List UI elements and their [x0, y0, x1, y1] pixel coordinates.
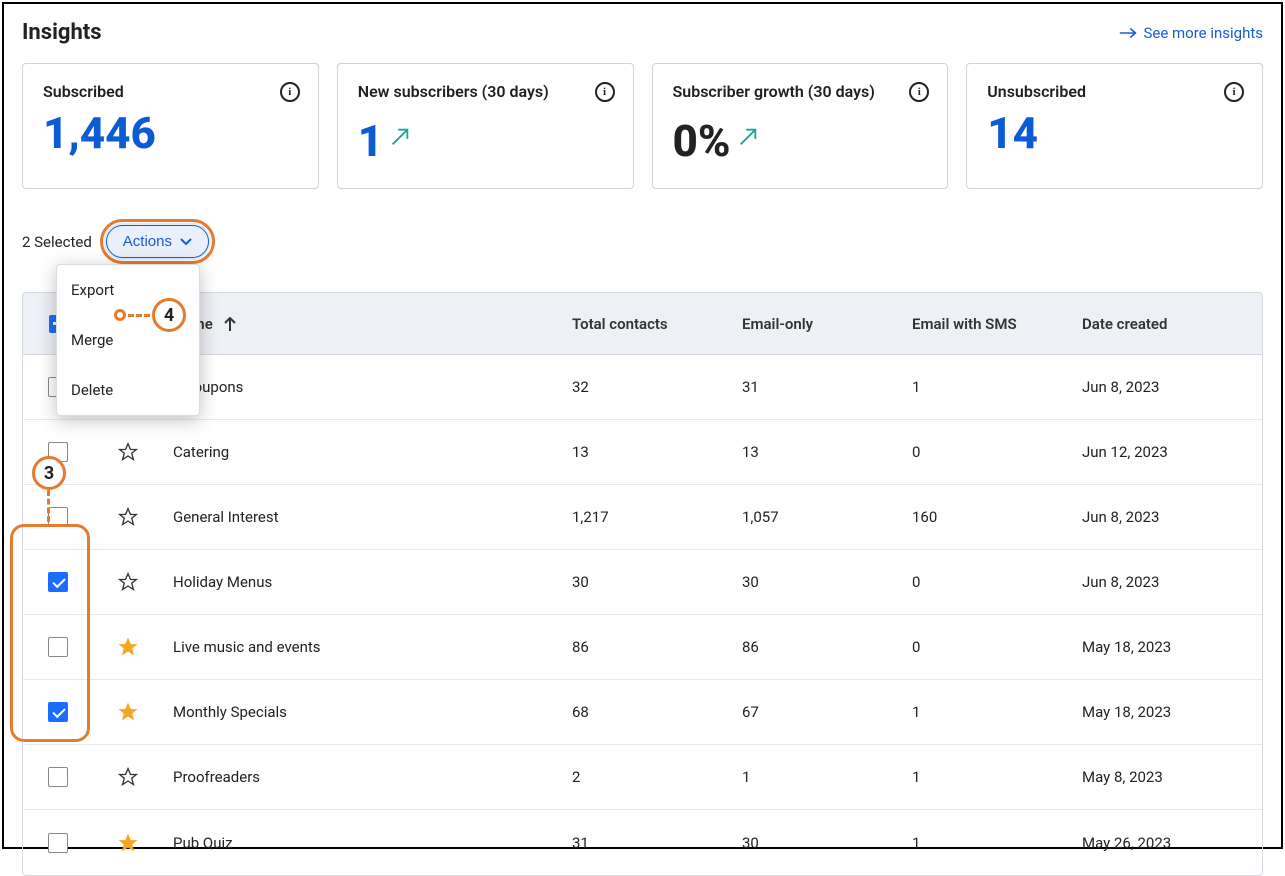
dropdown-delete[interactable]: Delete — [57, 365, 199, 415]
chevron-down-icon — [180, 238, 192, 246]
row-date: May 18, 2023 — [1082, 638, 1262, 656]
table-row[interactable]: Live music and events86860May 18, 2023 — [23, 615, 1262, 680]
row-email-only: 1,057 — [742, 508, 912, 526]
row-name: Live music and events — [163, 638, 572, 656]
row-email-sms: 0 — [912, 443, 1082, 461]
row-name: Proofreaders — [163, 768, 572, 786]
row-date: Jun 8, 2023 — [1082, 573, 1262, 591]
insight-card[interactable]: New subscribers (30 days)i 1 — [337, 63, 634, 189]
row-total: 30 — [572, 573, 742, 591]
card-label: Subscribed — [43, 82, 298, 101]
table-row[interactable]: y Coupons32311Jun 8, 2023 — [23, 355, 1262, 420]
see-more-link[interactable]: See more insights — [1119, 24, 1263, 42]
row-email-sms: 1 — [912, 834, 1082, 852]
row-checkbox[interactable] — [48, 507, 68, 527]
col-email-sms[interactable]: Email with SMS — [912, 315, 1082, 333]
star-outline-icon[interactable] — [118, 507, 138, 527]
actions-label: Actions — [123, 233, 172, 250]
row-email-sms: 0 — [912, 573, 1082, 591]
row-email-sms: 1 — [912, 378, 1082, 396]
row-name: Monthly Specials — [163, 703, 572, 721]
row-name: Holiday Menus — [163, 573, 572, 591]
row-email-only: 1 — [742, 768, 912, 786]
star-outline-icon[interactable] — [118, 442, 138, 462]
card-label: Unsubscribed — [987, 82, 1242, 101]
dropdown-merge[interactable]: Merge — [57, 315, 199, 365]
row-checkbox[interactable] — [48, 442, 68, 462]
col-email-only[interactable]: Email-only — [742, 315, 912, 333]
card-value: 1 — [358, 111, 613, 163]
info-icon[interactable]: i — [1224, 82, 1244, 102]
row-email-only: 31 — [742, 378, 912, 396]
row-checkbox[interactable] — [48, 572, 68, 592]
row-total: 86 — [572, 638, 742, 656]
row-total: 31 — [572, 834, 742, 852]
row-checkbox[interactable] — [48, 833, 68, 853]
col-total[interactable]: Total contacts — [572, 315, 742, 333]
row-email-only: 86 — [742, 638, 912, 656]
row-date: Jun 8, 2023 — [1082, 378, 1262, 396]
row-name: Pub Quiz — [163, 834, 572, 852]
row-email-sms: 0 — [912, 638, 1082, 656]
insight-card[interactable]: Unsubscribedi 14 — [966, 63, 1263, 189]
insight-card[interactable]: Subscribedi 1,446 — [22, 63, 319, 189]
arrow-right-icon — [1119, 26, 1137, 40]
page-title: Insights — [22, 20, 102, 45]
card-label: Subscriber growth (30 days) — [673, 82, 928, 101]
table-header: Name Total contacts Email-only Email wit… — [23, 293, 1262, 355]
card-label: New subscribers (30 days) — [358, 82, 613, 101]
row-total: 13 — [572, 443, 742, 461]
row-date: Jun 12, 2023 — [1082, 443, 1262, 461]
row-date: May 26, 2023 — [1082, 834, 1262, 852]
sort-asc-icon[interactable] — [223, 316, 237, 332]
row-checkbox[interactable] — [48, 767, 68, 787]
row-total: 2 — [572, 768, 742, 786]
row-total: 32 — [572, 378, 742, 396]
row-email-sms: 1 — [912, 768, 1082, 786]
trend-up-icon — [389, 111, 411, 155]
row-date: May 18, 2023 — [1082, 703, 1262, 721]
row-name: Catering — [163, 443, 572, 461]
row-email-only: 67 — [742, 703, 912, 721]
row-checkbox[interactable] — [48, 637, 68, 657]
table-row[interactable]: General Interest1,2171,057160Jun 8, 2023 — [23, 485, 1262, 550]
table-row[interactable]: Proofreaders211May 8, 2023 — [23, 745, 1262, 810]
info-icon[interactable]: i — [280, 82, 300, 102]
row-name: y Coupons — [163, 378, 572, 396]
row-email-only: 30 — [742, 834, 912, 852]
row-total: 68 — [572, 703, 742, 721]
row-email-only: 30 — [742, 573, 912, 591]
table-row[interactable]: Monthly Specials68671May 18, 2023 — [23, 680, 1262, 745]
lists-table: Name Total contacts Email-only Email wit… — [22, 292, 1263, 876]
insight-card[interactable]: Subscriber growth (30 days)i0% — [652, 63, 949, 189]
star-outline-icon[interactable] — [118, 767, 138, 787]
table-row[interactable]: Catering13130Jun 12, 2023 — [23, 420, 1262, 485]
see-more-label: See more insights — [1143, 24, 1263, 42]
star-filled-icon[interactable] — [118, 702, 138, 722]
table-row[interactable]: Pub Quiz31301May 26, 2023 — [23, 810, 1262, 875]
trend-up-icon — [737, 111, 759, 155]
row-email-sms: 1 — [912, 703, 1082, 721]
row-name: General Interest — [163, 508, 572, 526]
row-total: 1,217 — [572, 508, 742, 526]
col-date[interactable]: Date created — [1082, 315, 1262, 333]
card-value: 1,446 — [43, 111, 298, 155]
row-date: May 8, 2023 — [1082, 768, 1262, 786]
actions-button[interactable]: Actions — [106, 225, 209, 258]
card-value: 14 — [987, 111, 1242, 155]
dropdown-export[interactable]: Export — [57, 265, 199, 315]
selected-count: 2 Selected — [22, 233, 92, 251]
row-checkbox[interactable] — [48, 702, 68, 722]
star-filled-icon[interactable] — [118, 833, 138, 853]
star-filled-icon[interactable] — [118, 637, 138, 657]
table-row[interactable]: Holiday Menus30300Jun 8, 2023 — [23, 550, 1262, 615]
card-value: 0% — [673, 111, 928, 163]
row-email-sms: 160 — [912, 508, 1082, 526]
star-outline-icon[interactable] — [118, 572, 138, 592]
row-email-only: 13 — [742, 443, 912, 461]
row-date: Jun 8, 2023 — [1082, 508, 1262, 526]
actions-dropdown: Export Merge Delete — [56, 264, 200, 416]
info-icon[interactable]: i — [595, 82, 615, 102]
